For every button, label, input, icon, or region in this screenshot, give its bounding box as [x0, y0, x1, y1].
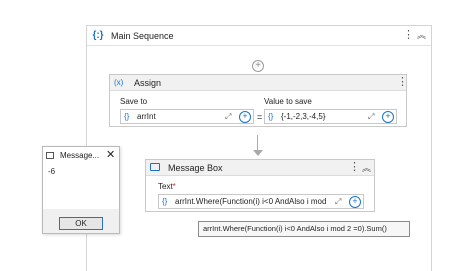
dialog-title: Message...: [60, 151, 100, 160]
add-variable-icon[interactable]: +: [349, 196, 361, 208]
add-activity-icon[interactable]: +: [252, 60, 264, 72]
expression-tooltip: arrInt.Where(Function(i) i<0 AndAlso i m…: [198, 221, 410, 237]
sequence-icon: {:}: [92, 30, 104, 41]
text-field[interactable]: {} arrInt.Where(Function(i) i<0 AndAlso …: [158, 194, 364, 209]
text-label: Text*: [158, 182, 176, 191]
message-box-header[interactable]: Message Box ⋮ ︽: [146, 160, 374, 176]
message-box-title: Message Box: [168, 163, 223, 173]
assign-title: Assign: [134, 78, 162, 88]
text-value[interactable]: arrInt.Where(Function(i) i<0 AndAlso i m…: [175, 197, 326, 207]
assign-activity[interactable]: (x) Assign ⋮ Save to Value to save {} ar…: [109, 74, 408, 127]
expression-brace-icon: {}: [162, 197, 168, 206]
message-box-activity[interactable]: Message Box ⋮ ︽ Text* {} arrInt.Where(Fu…: [145, 159, 375, 212]
value-to-save-field[interactable]: {} {-1,-2,3,-4,5} ⤢ +: [264, 109, 397, 124]
add-variable-icon[interactable]: +: [239, 111, 251, 123]
save-to-label: Save to: [120, 97, 148, 106]
expand-icon[interactable]: ⤢: [335, 197, 341, 207]
close-icon[interactable]: ✕: [106, 149, 115, 161]
message-dialog: Message... ✕ -6 OK: [42, 146, 120, 234]
add-variable-icon[interactable]: +: [382, 111, 394, 123]
save-to-field[interactable]: {} arrInt ⤢ +: [120, 109, 254, 124]
sequence-collapse-icon[interactable]: ︽: [417, 29, 426, 41]
assign-more-icon[interactable]: ⋮: [397, 76, 408, 88]
value-to-save-value[interactable]: {-1,-2,3,-4,5}: [281, 112, 325, 122]
sequence-title: Main Sequence: [111, 31, 174, 41]
dialog-titlebar[interactable]: Message... ✕: [43, 147, 119, 165]
text-label-caption: Text: [158, 182, 173, 191]
sequence-more-icon[interactable]: ⋮: [403, 29, 414, 41]
message-box-icon: [150, 163, 160, 171]
window-icon: [46, 152, 54, 159]
expression-brace-icon: {}: [268, 112, 274, 121]
save-to-value[interactable]: arrInt: [137, 112, 156, 122]
equals-sign: =: [257, 112, 263, 122]
sequence-header[interactable]: {:} Main Sequence ⋮ ︽: [87, 26, 431, 46]
required-mark: *: [172, 182, 176, 191]
assign-header[interactable]: (x) Assign ⋮: [110, 75, 408, 91]
value-to-save-label: Value to save: [264, 97, 312, 106]
expand-icon[interactable]: ⤢: [368, 112, 374, 122]
expression-brace-icon: {}: [124, 112, 130, 121]
message-box-collapse-icon[interactable]: ︽: [362, 162, 371, 174]
dialog-message: -6: [48, 167, 56, 176]
variable-icon: (x): [114, 78, 124, 87]
connector-arrow-icon: [253, 150, 263, 156]
message-box-more-icon[interactable]: ⋮: [349, 161, 360, 173]
ok-button[interactable]: OK: [59, 217, 103, 230]
connector-line: [257, 135, 258, 151]
expand-icon[interactable]: ⤢: [225, 112, 231, 122]
